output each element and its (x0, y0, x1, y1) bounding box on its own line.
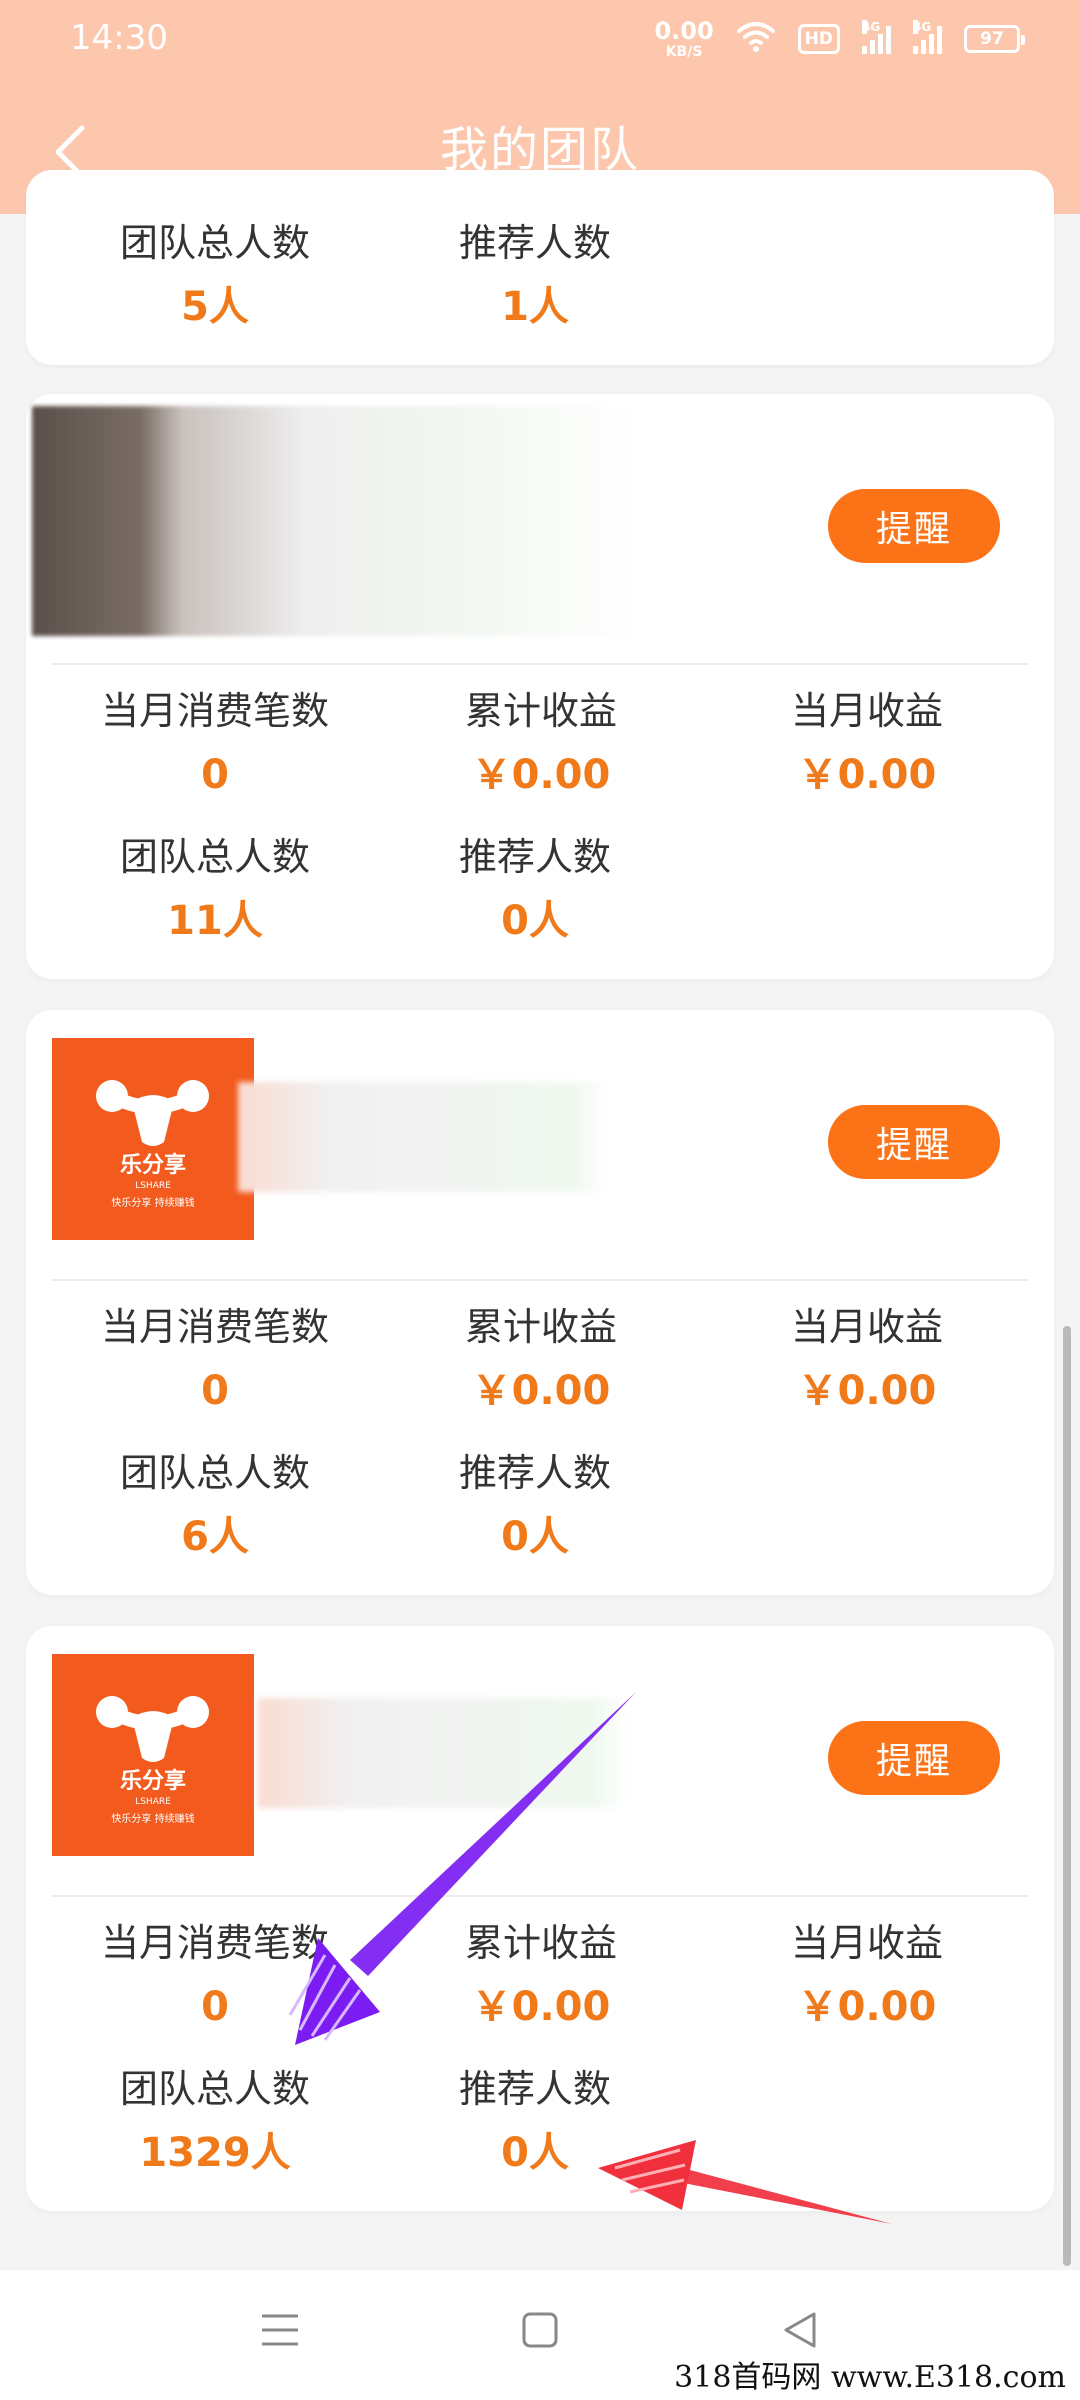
member-card: 乐分享 LSHARE 快乐分享 持续赚钱 提醒 当月消费笔数 0 累计收益 ￥0… (26, 1010, 1054, 1595)
referrals-stat: 推荐人数 0人 (370, 832, 700, 948)
total-earnings-stat: 累计收益 ￥0.00 (376, 1302, 706, 1418)
total-earnings-stat: 累计收益 ￥0.00 (376, 1918, 706, 2034)
team-total-label: 团队总人数 (119, 221, 310, 265)
referrals-value: 0人 (501, 2130, 569, 2176)
total-earnings-label: 累计收益 (464, 1305, 617, 1349)
team-total-stat: 团队总人数 11人 (50, 832, 380, 948)
monthly-orders-label: 当月消费笔数 (100, 1921, 329, 1965)
member-card: 团队总人数 5人 推荐人数 1人 (26, 170, 1054, 365)
referrals-stat: 推荐人数 1人 (370, 218, 700, 334)
monthly-orders-stat: 当月消费笔数 0 (50, 686, 380, 802)
monthly-orders-value: 0 (201, 1984, 229, 2030)
battery-icon: 97 (964, 25, 1025, 53)
logo-tagline: 快乐分享 持续赚钱 (111, 1196, 194, 1209)
team-total-value: 1329人 (139, 2130, 291, 2176)
referrals-label: 推荐人数 (458, 2067, 611, 2111)
total-earnings-value: ￥0.00 (471, 1984, 611, 2030)
home-square-icon[interactable] (500, 2290, 580, 2370)
avatar (32, 406, 712, 636)
status-time: 14:30 (70, 18, 168, 58)
monthly-earnings-label: 当月收益 (790, 1305, 943, 1349)
remind-button[interactable]: 提醒 (828, 1721, 1000, 1795)
signal-icon-2: 4G (913, 20, 942, 54)
team-total-value: 5人 (181, 284, 249, 330)
team-total-label: 团队总人数 (119, 1451, 310, 1495)
referrals-label: 推荐人数 (458, 221, 611, 265)
lshare-logo-icon: 乐分享 LSHARE 快乐分享 持续赚钱 (52, 1038, 254, 1240)
remind-button[interactable]: 提醒 (828, 489, 1000, 563)
signal-icon: 4G (862, 20, 891, 54)
signal-1-label: 4G (862, 20, 881, 34)
monthly-orders-stat: 当月消费笔数 0 (50, 1302, 380, 1418)
team-total-label: 团队总人数 (119, 835, 310, 879)
referrals-value: 0人 (501, 898, 569, 944)
referrals-value: 0人 (501, 1514, 569, 1560)
divider (52, 663, 1028, 665)
referrals-stat: 推荐人数 0人 (370, 1448, 700, 1564)
remind-button[interactable]: 提醒 (828, 1105, 1000, 1179)
scrollbar[interactable] (1063, 1326, 1071, 2266)
monthly-earnings-stat: 当月收益 ￥0.00 (702, 686, 1032, 802)
divider (52, 1895, 1028, 1897)
referrals-label: 推荐人数 (458, 835, 611, 879)
net-speed-unit: KB/S (665, 44, 703, 60)
divider (52, 1279, 1028, 1281)
monthly-earnings-label: 当月收益 (790, 689, 943, 733)
monthly-orders-value: 0 (201, 752, 229, 798)
status-bar: 14:30 0.00 KB/S HD 4G 4G 97 (0, 0, 1080, 80)
team-total-value: 6人 (181, 1514, 249, 1560)
monthly-orders-stat: 当月消费笔数 0 (50, 1918, 380, 2034)
logo-sub: LSHARE (135, 1797, 171, 1807)
logo-tagline: 快乐分享 持续赚钱 (111, 1812, 194, 1825)
monthly-orders-label: 当月消费笔数 (100, 689, 329, 733)
hd-badge: HD (797, 24, 840, 54)
logo-text: 乐分享 (120, 1768, 186, 1794)
signal-2-label: 4G (913, 20, 932, 34)
team-total-stat: 团队总人数 5人 (50, 218, 380, 334)
monthly-earnings-label: 当月收益 (790, 1921, 943, 1965)
monthly-earnings-value: ￥0.00 (797, 1368, 937, 1414)
total-earnings-value: ￥0.00 (471, 752, 611, 798)
referrals-stat: 推荐人数 0人 (370, 2064, 700, 2180)
team-total-value: 11人 (167, 898, 263, 944)
monthly-orders-value: 0 (201, 1368, 229, 1414)
monthly-orders-label: 当月消费笔数 (100, 1305, 329, 1349)
avatar: 乐分享 LSHARE 快乐分享 持续赚钱 (52, 1654, 254, 1856)
total-earnings-stat: 累计收益 ￥0.00 (376, 686, 706, 802)
status-icons: 0.00 KB/S HD 4G 4G 97 (654, 14, 1025, 64)
menu-icon[interactable] (240, 2290, 320, 2370)
referrals-label: 推荐人数 (458, 1451, 611, 1495)
wifi-icon (736, 21, 776, 57)
total-earnings-label: 累计收益 (464, 1921, 617, 1965)
total-earnings-label: 累计收益 (464, 689, 617, 733)
team-total-stat: 团队总人数 1329人 (50, 2064, 380, 2180)
watermark: 318首码网 www.E318.com (674, 2360, 1066, 2395)
monthly-earnings-stat: 当月收益 ￥0.00 (702, 1302, 1032, 1418)
net-speed: 0.00 KB/S (654, 19, 713, 59)
member-name (258, 1698, 628, 1808)
total-earnings-value: ￥0.00 (471, 1368, 611, 1414)
battery-level: 97 (980, 29, 1004, 49)
monthly-earnings-value: ￥0.00 (797, 752, 937, 798)
monthly-earnings-value: ￥0.00 (797, 1984, 937, 2030)
logo-sub: LSHARE (135, 1181, 171, 1191)
team-total-label: 团队总人数 (119, 2067, 310, 2111)
logo-text: 乐分享 (120, 1152, 186, 1178)
member-card: 乐分享 LSHARE 快乐分享 持续赚钱 提醒 当月消费笔数 0 累计收益 ￥0… (26, 1626, 1054, 2211)
lshare-logo-icon: 乐分享 LSHARE 快乐分享 持续赚钱 (52, 1654, 254, 1856)
member-card: 提醒 当月消费笔数 0 累计收益 ￥0.00 当月收益 ￥0.00 团队总人数 … (26, 394, 1054, 979)
monthly-earnings-stat: 当月收益 ￥0.00 (702, 1918, 1032, 2034)
member-name (238, 1082, 608, 1192)
avatar: 乐分享 LSHARE 快乐分享 持续赚钱 (52, 1038, 254, 1240)
net-speed-value: 0.00 (654, 17, 714, 45)
team-total-stat: 团队总人数 6人 (50, 1448, 380, 1564)
referrals-value: 1人 (501, 284, 569, 330)
